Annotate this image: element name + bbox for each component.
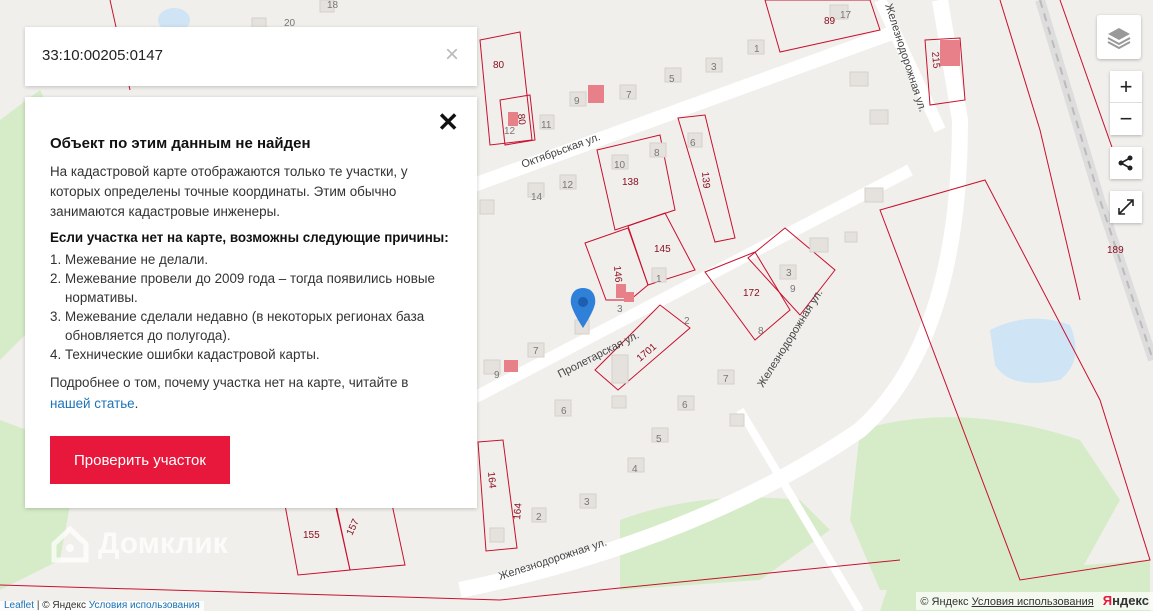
article-link[interactable]: нашей статье — [50, 396, 135, 411]
reason-item: 4. Технические ошибки кадастровой карты. — [50, 345, 452, 364]
search-value[interactable]: 33:10:00205:0147 — [42, 47, 163, 64]
reason-item: 3. Межевание сделали недавно (в некоторых… — [50, 307, 452, 345]
house-number: 7 — [626, 90, 632, 101]
layers-icon — [1107, 28, 1131, 49]
street-label: Железнодорожная ул. — [882, 2, 928, 113]
reason-text: Технические ошибки кадастровой карты. — [65, 347, 320, 362]
fullscreen-icon — [1118, 199, 1134, 215]
close-panel-icon[interactable]: ✕ — [437, 109, 459, 135]
parcel-label: 80 — [515, 113, 527, 125]
house-number: 1 — [656, 274, 662, 285]
house-number: 14 — [531, 192, 543, 203]
house-number: 9 — [494, 370, 500, 381]
house-number: 3 — [711, 62, 717, 73]
yandex-logo[interactable]: Яндекс — [1103, 593, 1149, 608]
reason-text: Межевание не делали. — [65, 252, 209, 267]
parcel-label: 89 — [824, 16, 836, 27]
parcel-label: 164 — [485, 471, 497, 489]
house-number: 11 — [541, 120, 552, 131]
parcel-label: 145 — [654, 244, 671, 255]
domclick-watermark: Домклик — [50, 524, 228, 564]
house-number: 9 — [790, 284, 796, 295]
parcel-label: 1701 — [635, 341, 659, 364]
yandex-logo-letter: Я — [1102, 593, 1113, 608]
reason-number: 3. — [50, 309, 62, 324]
house-number: 17 — [840, 10, 852, 21]
reason-number: 2. — [50, 271, 62, 286]
house-number: 6 — [690, 138, 696, 149]
reasons-title: Если участка нет на карте, возможны след… — [50, 230, 449, 245]
house-number: 6 — [682, 400, 688, 411]
parcel-label: 146 — [611, 265, 623, 283]
street-label: Октябрьская ул. — [520, 131, 602, 171]
house-number: 8 — [654, 148, 660, 159]
yandex-copyright: © Яндекс — [920, 596, 969, 608]
house-number: 4 — [632, 464, 638, 475]
reasons-list: 1. Межевание не делали. 2. Межевание прове… — [50, 250, 452, 364]
search-box[interactable]: 33:10:00205:0147 × — [25, 27, 477, 86]
yandex-logo-rest: ндекс — [1112, 593, 1149, 608]
more-info-suffix: . — [134, 396, 139, 411]
house-number: 9 — [574, 96, 580, 107]
house-number: 12 — [504, 126, 516, 137]
house-number: 5 — [656, 434, 662, 445]
parcel-label: 164 — [512, 502, 524, 520]
attribution-separator: | — [36, 600, 40, 611]
street-label: Железнодорожная ул. — [755, 287, 825, 389]
green-area — [850, 417, 1120, 590]
not-found-panel: ✕ Объект по этим данным не найден На кад… — [25, 97, 477, 508]
check-parcel-button[interactable]: Проверить участок — [50, 436, 230, 484]
house-number: 5 — [669, 74, 675, 85]
more-info-prefix: Подробнее о том, почему участка нет на к… — [50, 375, 409, 390]
zoom-out-button[interactable]: − — [1110, 103, 1142, 135]
reason-text: Межевание сделали недавно (в некоторых р… — [65, 309, 425, 343]
attribution-left: Leaflet | © Яндекс Условия использования — [0, 601, 204, 611]
parcel-label: 189 — [1107, 245, 1124, 256]
zoom-in-button[interactable]: + — [1110, 71, 1142, 103]
house-number: 3 — [786, 268, 792, 279]
house-number: 7 — [533, 346, 539, 357]
reason-item: 2. Межевание провели до 2009 года – тогда… — [50, 269, 452, 307]
parcel-label: 172 — [743, 288, 760, 299]
house-number: 2 — [684, 316, 690, 327]
clear-search-icon[interactable]: × — [445, 43, 459, 67]
parcel-label: 80 — [493, 60, 505, 71]
attribution-copyright: © Яндекс — [42, 600, 86, 611]
house-number: 6 — [561, 406, 567, 417]
fullscreen-button[interactable] — [1110, 191, 1142, 223]
panel-description: На кадастровой карте отображаются только… — [50, 164, 408, 219]
parcel-label: 139 — [699, 171, 711, 189]
reason-text: Межевание провели до 2009 года – тогда п… — [65, 271, 435, 305]
house-number: 18 — [327, 0, 339, 11]
share-icon — [1118, 155, 1133, 171]
house-number: 3 — [617, 304, 623, 315]
reason-number: 4. — [50, 347, 62, 362]
parcel-label: 157 — [345, 517, 362, 537]
location-pin-icon[interactable] — [570, 288, 596, 328]
share-button[interactable] — [1110, 147, 1142, 179]
house-number: 3 — [584, 497, 590, 508]
layers-button[interactable] — [1097, 15, 1141, 59]
house-logo-icon — [51, 525, 89, 563]
terms-link[interactable]: Условия использования — [89, 600, 200, 611]
house-number: 7 — [723, 374, 729, 385]
house-number: 1 — [754, 44, 760, 55]
house-number: 2 — [536, 512, 542, 523]
parcel-label: 155 — [303, 530, 320, 541]
more-info-text: Подробнее о том, почему участка нет на к… — [50, 372, 452, 414]
parcel-label: 215 — [929, 51, 941, 69]
parcel-label: 138 — [622, 177, 639, 188]
panel-title: Объект по этим данным не найден — [50, 135, 311, 152]
reason-number: 1. — [50, 252, 62, 267]
house-number: 8 — [758, 326, 764, 337]
leaflet-link[interactable]: Leaflet — [4, 600, 34, 611]
attribution-right: © Яндекс Условия использования Яндекс — [916, 592, 1153, 610]
zoom-controls: + − — [1110, 71, 1142, 135]
watermark-text: Домклик — [98, 527, 228, 560]
yandex-terms-link[interactable]: Условия использования — [972, 596, 1094, 608]
reason-item: 1. Межевание не делали. — [50, 250, 452, 269]
house-number: 12 — [562, 180, 574, 191]
house-number: 10 — [614, 160, 626, 171]
